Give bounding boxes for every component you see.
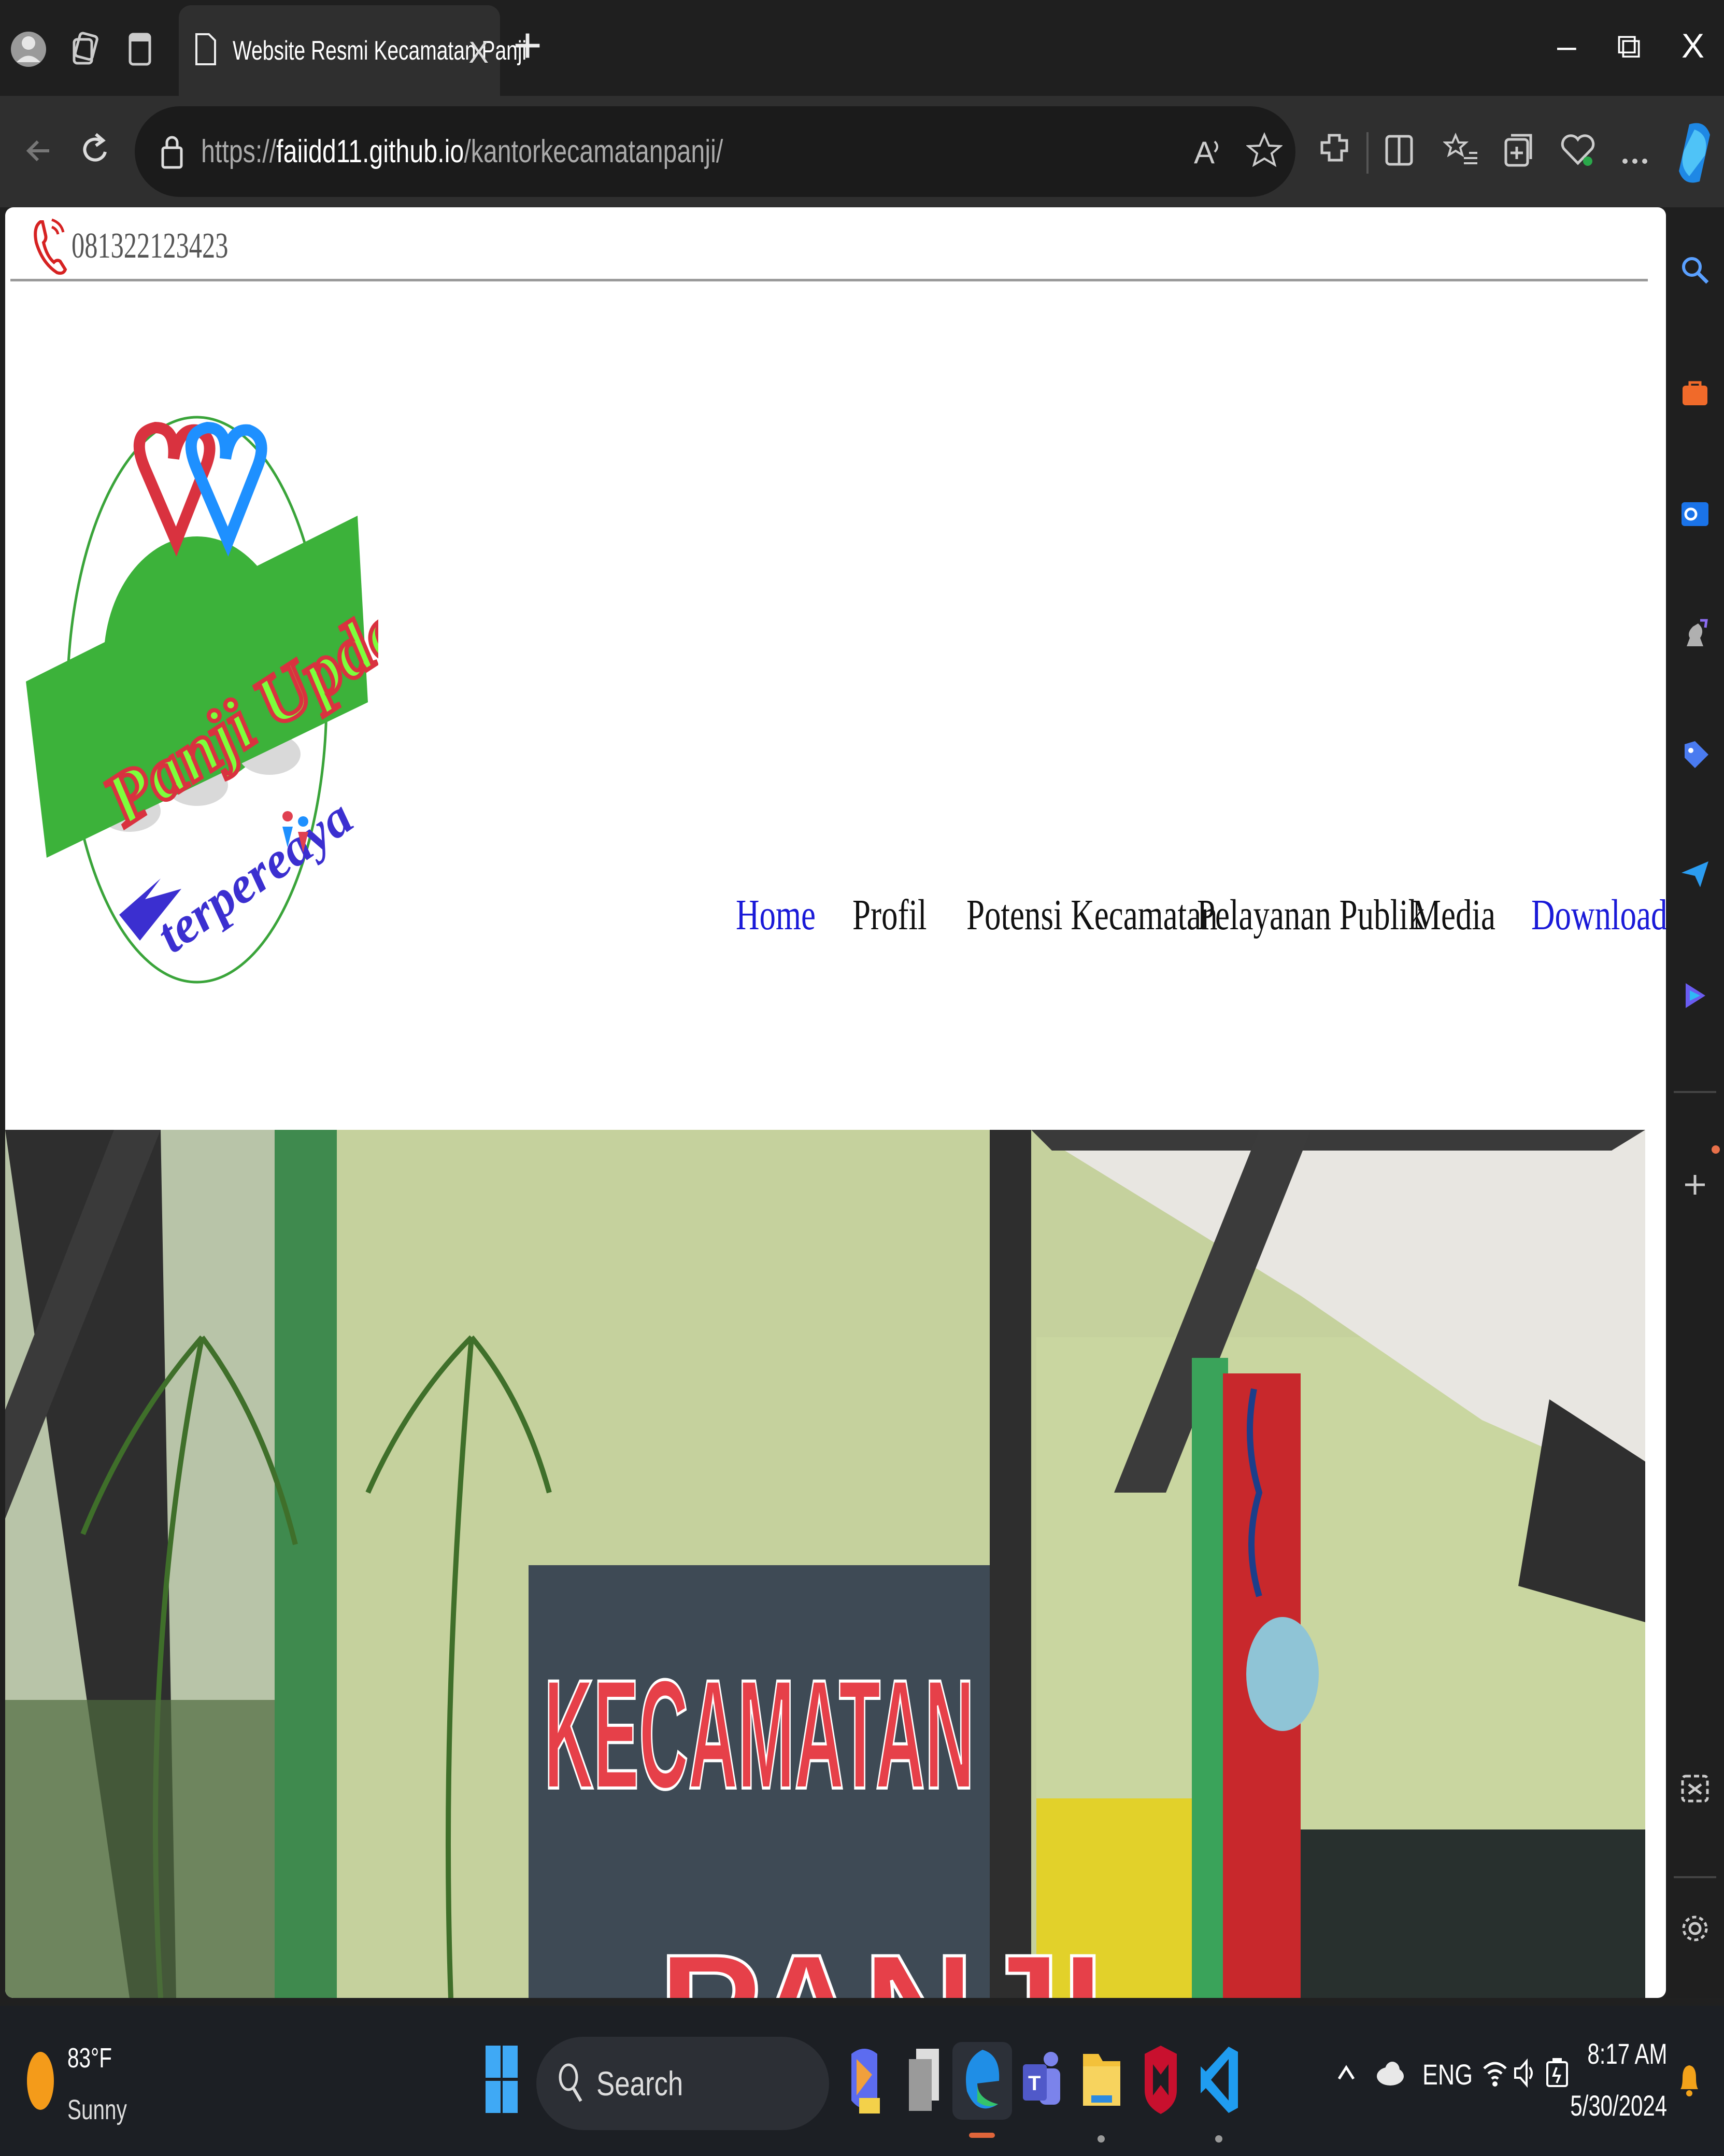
- copilot-preview-icon[interactable]: [834, 2048, 894, 2114]
- restore-button[interactable]: ⧉: [1617, 26, 1641, 67]
- edge-browser-icon[interactable]: [952, 2042, 1012, 2120]
- url-text[interactable]: https://faiidd11.github.io/kantorkecamat…: [201, 133, 723, 170]
- nav-profil[interactable]: Profil: [852, 890, 938, 940]
- main-navigation: Home Profil Potensi Kecamatan Pelayanan …: [736, 886, 1666, 943]
- split-screen-icon[interactable]: [1384, 132, 1415, 175]
- tab-close-icon[interactable]: X: [468, 35, 489, 70]
- workspaces-icon[interactable]: [57, 21, 114, 78]
- contact-bar: 081322123423: [31, 212, 289, 280]
- wifi-icon[interactable]: [1482, 2055, 1508, 2094]
- settings-gear-icon[interactable]: [1676, 1910, 1714, 1947]
- running-app-dot: [1098, 2135, 1105, 2143]
- file-explorer-icon[interactable]: [1072, 2050, 1131, 2109]
- add-sidebar-app-icon[interactable]: [1676, 1166, 1714, 1203]
- svg-text:T: T: [1028, 2072, 1041, 2095]
- vertical-tabs-icon[interactable]: [111, 21, 168, 78]
- more-options-icon[interactable]: [1622, 132, 1648, 173]
- weather-temperature[interactable]: 83°F: [67, 2042, 112, 2074]
- sidebar-divider: [1674, 1091, 1716, 1093]
- input-language[interactable]: ENG: [1422, 2058, 1473, 2091]
- favorite-star-icon[interactable]: [1245, 132, 1284, 171]
- back-arrow-icon[interactable]: [23, 132, 54, 173]
- web-page: 081322123423 Panji Update terpereaya Hom…: [5, 207, 1666, 1998]
- designer-icon[interactable]: [1676, 977, 1714, 1014]
- nav-media[interactable]: Media: [1412, 890, 1502, 940]
- windows-taskbar: 83°F Sunny Search T ENG 8:17 AM 5/30/202…: [0, 2006, 1724, 2156]
- notification-dot: [1712, 1145, 1720, 1154]
- nav-home[interactable]: Home: [736, 890, 823, 940]
- taskbar-search-box[interactable]: Search: [536, 2037, 829, 2130]
- address-bar[interactable]: https://faiidd11.github.io/kantorkecamat…: [135, 106, 1295, 197]
- contact-phone-number[interactable]: 081322123423: [72, 225, 228, 267]
- nav-potensi-kecamatan[interactable]: Potensi Kecamatan: [966, 890, 1218, 940]
- read-aloud-icon[interactable]: A: [1192, 131, 1223, 175]
- search-icon: [557, 2062, 583, 2106]
- minimize-button[interactable]: –: [1557, 26, 1576, 65]
- phone-icon: [31, 211, 67, 281]
- url-path: /kantorkecamatanpanji/: [464, 134, 723, 169]
- refresh-icon[interactable]: [80, 132, 111, 175]
- tag-icon[interactable]: [1676, 736, 1714, 773]
- lock-icon[interactable]: [161, 133, 183, 172]
- browser-title-bar: Website Resmi Kecamatan Panji X + – ⧉ X: [0, 0, 1724, 96]
- url-prefix: https://: [201, 134, 277, 169]
- task-view-icon[interactable]: [894, 2048, 953, 2111]
- weather-sun-icon[interactable]: [26, 2050, 55, 2115]
- notification-bell-icon[interactable]: [1676, 2060, 1702, 2104]
- battery-icon[interactable]: [1544, 2055, 1570, 2094]
- send-icon[interactable]: [1676, 855, 1714, 892]
- taskbar-search-label: Search: [596, 2064, 683, 2103]
- toolbar-divider: [1366, 132, 1369, 174]
- show-hidden-icons-chevron-icon[interactable]: [1337, 2060, 1356, 2089]
- browser-essentials-icon[interactable]: [1560, 132, 1596, 175]
- svg-text:A: A: [1194, 135, 1215, 170]
- tab-active[interactable]: Website Resmi Kecamatan Panji X: [179, 5, 527, 96]
- shopping-bag-icon[interactable]: [1676, 373, 1714, 410]
- tab-title: Website Resmi Kecamatan Panji: [233, 35, 527, 66]
- profile-avatar-icon[interactable]: [0, 21, 57, 78]
- onedrive-cloud-icon[interactable]: [1376, 2058, 1405, 2091]
- screenshot-icon[interactable]: [1676, 1770, 1714, 1807]
- weather-description[interactable]: Sunny: [67, 2094, 127, 2126]
- extensions-icon[interactable]: [1319, 132, 1350, 175]
- favorites-list-icon[interactable]: [1442, 132, 1479, 175]
- edge-sidebar: [1666, 207, 1724, 1998]
- browser-toolbar: https://faiidd11.github.io/kantorkecamat…: [0, 96, 1724, 207]
- hero-banner-image: KECAMATAN PANJI: [5, 1130, 1645, 1998]
- hero-sign-line1: KECAMATAN: [544, 1647, 974, 1821]
- hero-sign-line2: PANJI: [658, 1922, 1104, 1998]
- copilot-icon[interactable]: [1674, 119, 1715, 193]
- page-document-icon: [194, 32, 217, 69]
- active-app-indicator: [969, 2133, 995, 2138]
- windows-start-icon[interactable]: [472, 2045, 531, 2113]
- games-chess-icon[interactable]: [1676, 614, 1714, 651]
- vscode-icon[interactable]: [1189, 2046, 1249, 2113]
- sidebar-divider: [1674, 1876, 1716, 1878]
- new-tab-button[interactable]: +: [513, 21, 542, 70]
- clock-date[interactable]: 5/30/2024: [1570, 2089, 1667, 2122]
- running-app-dot: [1215, 2135, 1222, 2143]
- nav-pelayanan-publik[interactable]: Pelayanan Publik: [1197, 890, 1424, 940]
- header-divider: [10, 279, 1648, 281]
- nav-download[interactable]: Download: [1531, 890, 1666, 940]
- mcafee-shield-icon[interactable]: [1131, 2045, 1190, 2114]
- close-window-button[interactable]: X: [1682, 26, 1704, 65]
- search-icon[interactable]: [1676, 251, 1714, 289]
- collections-icon[interactable]: [1503, 132, 1534, 175]
- outlook-icon[interactable]: [1676, 495, 1714, 532]
- volume-icon[interactable]: [1513, 2055, 1537, 2094]
- site-logo[interactable]: Panji Update terpereaya: [26, 391, 465, 987]
- url-host: faiidd11.github.io: [276, 134, 464, 169]
- clock-time[interactable]: 8:17 AM: [1587, 2037, 1667, 2070]
- teams-icon[interactable]: T: [1011, 2050, 1071, 2109]
